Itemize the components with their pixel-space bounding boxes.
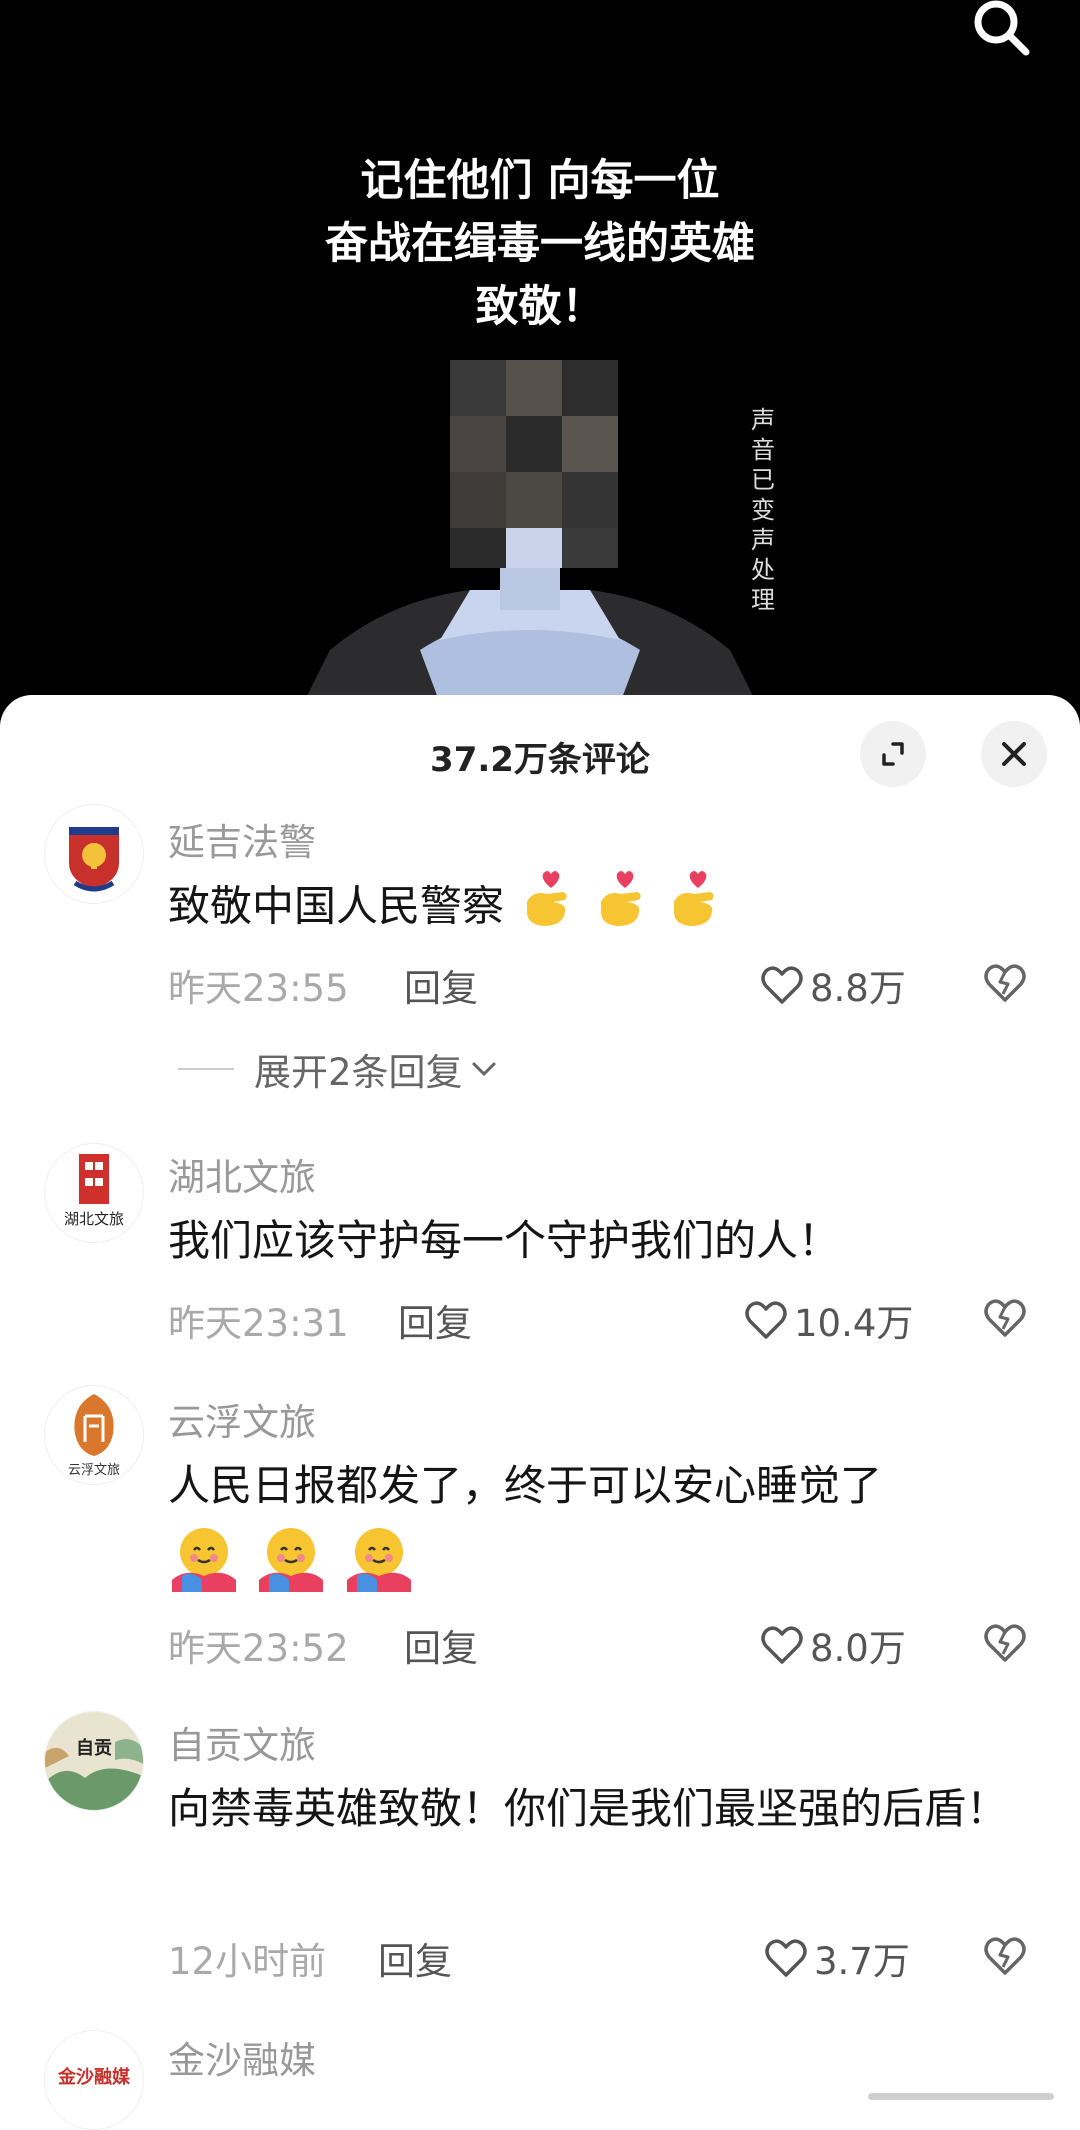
hug-emoji [166,1524,240,1612]
video-caption: 记住他们 向每一位 奋战在缉毒一线的英雄 致敬！ [0,150,1080,339]
reply-button[interactable]: 回复 [404,958,478,1012]
yunfu-tourism-logo: 云浮文旅 [45,1386,143,1484]
hug-emoji [253,1524,327,1612]
search-icon [974,0,1030,56]
avatar[interactable]: 云浮文旅 [44,1385,144,1485]
like-count: 8.8万 [810,967,906,1010]
like-button[interactable]: 10.4万 [744,1293,913,1347]
svg-text:云浮文旅: 云浮文旅 [68,1463,120,1478]
heart-icon [745,1301,787,1339]
comment-text: 向禁毒英雄致敬！你们是我们最坚强的后盾！ [168,1784,1009,1833]
home-indicator[interactable] [868,2093,1054,2100]
comment-username[interactable]: 云浮文旅 [168,1392,316,1446]
avatar[interactable]: 湖北文旅 [44,1143,144,1243]
caption-line: 致敬！ [475,282,605,332]
like-count: 10.4万 [794,1302,914,1345]
broken-heart-icon [984,1299,1026,1337]
heart-icon [765,1939,807,1977]
expand-sheet-button[interactable] [860,721,926,787]
search-button[interactable] [966,0,1036,64]
expand-replies-label: 展开2条回复 [254,1051,463,1094]
close-button[interactable] [981,721,1047,787]
comment-text-content: 致敬中国人民警察 [168,881,505,931]
comment-text-content: 人民日报都发了，终于可以安心睡觉了 [168,1461,883,1510]
broken-heart-icon [984,964,1026,1002]
like-button[interactable]: 8.0万 [760,1618,906,1672]
heart-icon [761,966,803,1004]
comment-time: 12小时前 [168,1940,327,1983]
expand-icon [882,742,904,766]
hubei-tourism-logo: 湖北文旅 [45,1144,143,1242]
finger-heart-emoji [664,868,724,950]
comment-text: 我们应该守护每一个守护我们的人！ [168,1216,841,1265]
comment-text: 致敬中国人民警察 [168,868,1028,950]
avatar[interactable]: 金沙融媒 [44,2030,144,2130]
dislike-button[interactable] [982,1295,1028,1341]
dislike-button[interactable] [982,1620,1028,1666]
reply-button[interactable]: 回复 [404,1618,478,1672]
dislike-button[interactable] [982,960,1028,1006]
blurred-person-figure [292,360,768,725]
svg-text:金沙融媒: 金沙融媒 [57,2066,131,2088]
broken-heart-icon [984,1624,1026,1662]
close-icon [1002,742,1026,766]
zigong-tourism-logo: 自贡 [45,1712,143,1810]
comment-time: 昨天23:52 [168,1627,349,1670]
finger-heart-emoji [591,868,651,950]
comment-time: 昨天23:31 [168,1302,349,1345]
caption-line: 记住他们 向每一位 [360,156,720,206]
broken-heart-icon [984,1937,1026,1975]
caption-line: 奋战在缉毒一线的英雄 [325,219,755,269]
finger-heart-emoji [517,868,577,950]
reply-button[interactable]: 回复 [378,1931,452,1985]
avatar[interactable]: 自贡 [44,1711,144,1811]
video-player[interactable]: 记住他们 向每一位 奋战在缉毒一线的英雄 致敬！ 声音已变声处理 [0,0,1080,725]
divider-line [178,1068,234,1070]
comment-username[interactable]: 金沙融媒 [168,2030,316,2084]
comment-text: 人民日报都发了，终于可以安心睡觉了 [168,1454,1028,1612]
heart-icon [761,1626,803,1664]
expand-replies-button[interactable]: 展开2条回复 [178,1042,497,1096]
like-count: 8.0万 [810,1627,906,1670]
svg-text:自贡: 自贡 [76,1737,112,1759]
comment-username[interactable]: 自贡文旅 [168,1715,316,1769]
svg-text:湖北文旅: 湖北文旅 [64,1210,124,1228]
like-button[interactable]: 8.8万 [760,958,906,1012]
reply-button[interactable]: 回复 [398,1293,472,1347]
chevron-down-icon [472,1062,496,1077]
like-button[interactable]: 3.7万 [764,1931,910,1985]
avatar[interactable] [44,804,144,904]
comment-username[interactable]: 湖北文旅 [168,1147,316,1201]
hug-emoji [341,1524,415,1612]
jinsha-media-logo: 金沙融媒 [45,2031,143,2129]
dislike-button[interactable] [982,1933,1028,1979]
comment-time: 昨天23:55 [168,967,349,1010]
comment-emoji-row [166,1524,1028,1612]
comment-username[interactable]: 延吉法警 [168,812,316,866]
like-count: 3.7万 [814,1940,910,1983]
court-badge-logo [45,805,143,903]
